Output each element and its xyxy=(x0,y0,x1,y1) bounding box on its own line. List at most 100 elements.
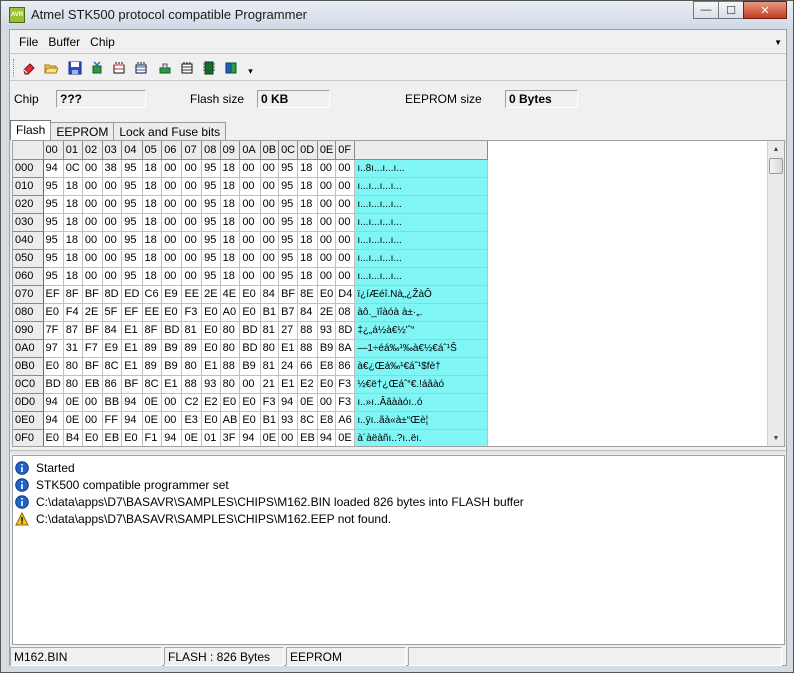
byte-cell[interactable]: 00 xyxy=(161,159,183,178)
byte-cell[interactable]: E1 xyxy=(278,375,299,394)
byte-cell[interactable]: 95 xyxy=(201,177,221,196)
byte-cell[interactable]: EB xyxy=(297,429,318,446)
byte-cell[interactable]: 94 xyxy=(278,393,299,412)
byte-cell[interactable]: 00 xyxy=(335,249,356,268)
byte-cell[interactable]: 00 xyxy=(278,429,299,446)
byte-cell[interactable]: 88 xyxy=(220,357,241,376)
byte-cell[interactable]: E1 xyxy=(121,357,143,376)
byte-cell[interactable]: 0E xyxy=(260,429,280,446)
ascii-cell[interactable]: ı...ı...ı...ı... xyxy=(354,267,489,286)
byte-cell[interactable]: 80 xyxy=(63,375,83,394)
byte-cell[interactable]: 87 xyxy=(63,321,83,340)
byte-cell[interactable]: 01 xyxy=(201,429,221,446)
byte-cell[interactable]: 00 xyxy=(335,231,356,250)
byte-cell[interactable]: 21 xyxy=(260,375,280,394)
byte-cell[interactable]: 8D xyxy=(102,285,123,304)
byte-cell[interactable]: 0E xyxy=(142,393,163,412)
byte-cell[interactable]: 00 xyxy=(102,213,123,232)
byte-cell[interactable]: 00 xyxy=(82,213,103,232)
byte-cell[interactable]: 8D xyxy=(335,321,356,340)
byte-cell[interactable]: BF xyxy=(121,375,143,394)
ascii-cell[interactable]: ı...ı...ı...ı... xyxy=(354,249,489,268)
byte-cell[interactable]: 81 xyxy=(260,321,280,340)
byte-cell[interactable]: 18 xyxy=(63,177,83,196)
ascii-cell[interactable]: ı..»ı..Ââààóı..ó xyxy=(354,393,489,412)
byte-cell[interactable]: 00 xyxy=(260,267,280,286)
menu-chip[interactable]: Chip xyxy=(85,33,120,51)
byte-cell[interactable]: EB xyxy=(82,375,103,394)
scroll-down-icon[interactable]: ▼ xyxy=(768,430,784,446)
byte-cell[interactable]: ED xyxy=(121,285,143,304)
erase-button[interactable] xyxy=(20,59,37,76)
byte-cell[interactable]: E0 xyxy=(161,303,183,322)
byte-cell[interactable]: 94 xyxy=(43,411,64,430)
byte-cell[interactable]: 8F xyxy=(142,321,163,340)
byte-cell[interactable]: 95 xyxy=(121,267,143,286)
byte-cell[interactable]: 95 xyxy=(43,213,64,232)
byte-cell[interactable]: EB xyxy=(102,429,123,446)
byte-cell[interactable]: 00 xyxy=(82,411,103,430)
byte-cell[interactable]: 00 xyxy=(239,249,261,268)
byte-cell[interactable]: 8E xyxy=(297,285,318,304)
byte-cell[interactable]: 93 xyxy=(317,321,337,340)
read-button[interactable] xyxy=(88,59,105,76)
save-button[interactable] xyxy=(66,59,83,76)
byte-cell[interactable]: B9 xyxy=(317,339,337,358)
byte-cell[interactable]: BD xyxy=(239,321,261,340)
hex-grid-view[interactable]: 00 01 02 03 04 05 06 07 08 09 0A 0B 0C 0D 0E 0F 000 94 0C 0… xyxy=(12,140,785,447)
byte-cell[interactable]: 00 xyxy=(161,177,183,196)
byte-cell[interactable]: 00 xyxy=(181,267,203,286)
byte-cell[interactable]: 94 xyxy=(121,393,143,412)
byte-cell[interactable]: BB xyxy=(102,393,123,412)
ascii-cell[interactable]: ı...ı...ı...ı... xyxy=(354,195,489,214)
byte-cell[interactable]: 0E xyxy=(63,411,83,430)
byte-cell[interactable]: BD xyxy=(239,339,261,358)
byte-cell[interactable]: 00 xyxy=(161,411,183,430)
byte-cell[interactable]: 00 xyxy=(82,393,103,412)
ascii-cell[interactable]: à´àëàñı..?ı..ëı. xyxy=(354,429,489,446)
byte-cell[interactable]: 89 xyxy=(142,357,163,376)
byte-cell[interactable]: 18 xyxy=(220,177,241,196)
byte-cell[interactable]: BF xyxy=(82,285,103,304)
byte-cell[interactable]: E0 xyxy=(317,375,337,394)
byte-cell[interactable]: 00 xyxy=(161,267,183,286)
byte-cell[interactable]: 18 xyxy=(142,159,163,178)
byte-cell[interactable]: 95 xyxy=(121,249,143,268)
byte-cell[interactable]: 2E xyxy=(317,303,337,322)
byte-cell[interactable]: E9 xyxy=(102,339,123,358)
byte-cell[interactable]: 95 xyxy=(201,159,221,178)
byte-cell[interactable]: 00 xyxy=(82,177,103,196)
menu-file[interactable]: File xyxy=(14,33,43,51)
byte-cell[interactable]: F7 xyxy=(82,339,103,358)
byte-cell[interactable]: 93 xyxy=(278,411,299,430)
byte-cell[interactable]: 18 xyxy=(220,231,241,250)
byte-cell[interactable]: 00 xyxy=(102,195,123,214)
byte-cell[interactable]: 00 xyxy=(260,159,280,178)
byte-cell[interactable]: 00 xyxy=(181,177,203,196)
byte-cell[interactable]: 95 xyxy=(278,177,299,196)
ascii-cell[interactable]: ı...ı...ı...ı... xyxy=(354,213,489,232)
byte-cell[interactable]: 00 xyxy=(181,159,203,178)
byte-cell[interactable]: 18 xyxy=(297,159,318,178)
byte-cell[interactable]: 93 xyxy=(201,375,221,394)
byte-cell[interactable]: 00 xyxy=(161,393,183,412)
byte-cell[interactable]: E0 xyxy=(43,303,64,322)
minimize-button[interactable]: — xyxy=(693,1,719,19)
tab-lock-fuse-bits[interactable]: Lock and Fuse bits xyxy=(113,122,227,140)
byte-cell[interactable]: 97 xyxy=(43,339,64,358)
byte-cell[interactable]: E0 xyxy=(43,357,64,376)
byte-cell[interactable]: E1 xyxy=(278,339,299,358)
byte-cell[interactable]: 00 xyxy=(335,195,356,214)
byte-cell[interactable]: F3 xyxy=(181,303,203,322)
byte-cell[interactable]: E9 xyxy=(161,285,183,304)
menu-chevron-down-icon[interactable]: ▼ xyxy=(774,38,782,47)
byte-cell[interactable]: E0 xyxy=(201,303,221,322)
byte-cell[interactable]: 00 xyxy=(260,195,280,214)
menu-buffer[interactable]: Buffer xyxy=(43,33,85,51)
byte-cell[interactable]: E2 xyxy=(297,375,318,394)
byte-cell[interactable]: 88 xyxy=(297,339,318,358)
ascii-cell[interactable]: àô._ïîàóà à±·„. xyxy=(354,303,489,322)
byte-cell[interactable]: 00 xyxy=(82,195,103,214)
byte-cell[interactable]: 80 xyxy=(220,375,241,394)
byte-cell[interactable]: 24 xyxy=(278,357,299,376)
